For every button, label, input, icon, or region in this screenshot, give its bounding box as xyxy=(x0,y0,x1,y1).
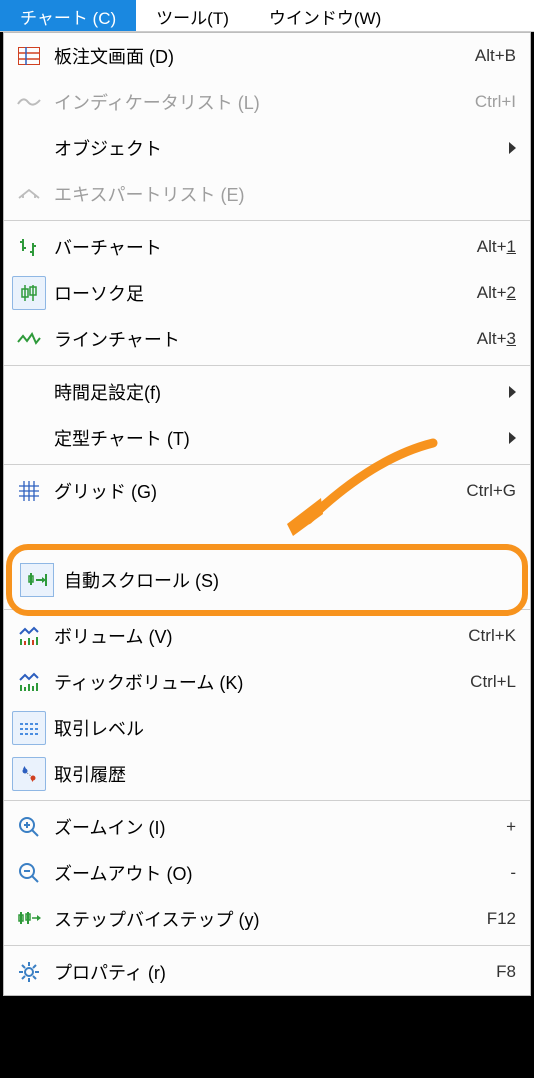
menu-label: エキスパートリスト (E) xyxy=(54,181,516,207)
menu-label: インディケータリスト (L) xyxy=(54,89,475,115)
step-icon xyxy=(12,902,46,936)
menu-label: ズームイン (I) xyxy=(54,814,506,840)
board-order-icon xyxy=(12,39,46,73)
menu-label: ローソク足 xyxy=(54,280,477,306)
trade-history-icon xyxy=(12,757,46,791)
menu-volume[interactable]: ボリューム (V) Ctrl+K xyxy=(4,613,530,659)
menu-label: ステップバイステップ (y) xyxy=(54,906,487,932)
blank-icon xyxy=(12,375,46,409)
shortcut: Ctrl+L xyxy=(470,672,516,692)
submenu-arrow-icon xyxy=(509,432,516,444)
shortcut: Alt+1 xyxy=(477,237,516,257)
candlestick-icon xyxy=(12,276,46,310)
shortcut: Alt+B xyxy=(475,46,516,66)
bar-chart-icon xyxy=(12,230,46,264)
shortcut: Ctrl+I xyxy=(475,92,516,112)
separator xyxy=(4,945,530,946)
menubar-tool[interactable]: ツール(T) xyxy=(136,0,249,31)
zoom-out-icon xyxy=(12,856,46,890)
menubar-chart[interactable]: チャート (C) xyxy=(0,0,136,31)
menu-property[interactable]: プロパティ (r) F8 xyxy=(4,949,530,995)
menu-label: ティックボリューム (K) xyxy=(54,669,470,695)
volume-icon xyxy=(12,619,46,653)
menu-template[interactable]: 定型チャート (T) xyxy=(4,415,530,461)
menubar-window[interactable]: ウインドウ(W) xyxy=(249,0,401,31)
separator xyxy=(4,609,530,610)
separator xyxy=(4,800,530,801)
menu-grid[interactable]: グリッド (G) Ctrl+G xyxy=(4,468,530,514)
menu-label: 取引レベル xyxy=(54,715,516,741)
menu-label: 取引履歴 xyxy=(54,761,516,787)
menu-label: ボリューム (V) xyxy=(54,623,468,649)
menu-zoom-out[interactable]: ズームアウト (O) - xyxy=(4,850,530,896)
menu-label: グリッド (G) xyxy=(54,478,466,504)
menu-chart-shift[interactable]: チャートシフト(h) xyxy=(4,560,530,606)
menu-line-chart[interactable]: ラインチャート Alt+3 xyxy=(4,316,530,362)
grid-icon xyxy=(12,474,46,508)
tick-volume-icon xyxy=(12,665,46,699)
menu-indicator-list: インディケータリスト (L) Ctrl+I xyxy=(4,79,530,125)
shortcut: + xyxy=(506,817,516,837)
shortcut: - xyxy=(510,863,516,883)
separator xyxy=(4,365,530,366)
menu-label: 時間足設定(f) xyxy=(54,379,501,405)
menu-label: プロパティ (r) xyxy=(54,959,496,985)
menu-board-order[interactable]: 板注文画面 (D) Alt+B xyxy=(4,33,530,79)
menubar: チャート (C) ツール(T) ウインドウ(W) xyxy=(0,0,534,32)
menu-label: オブジェクト xyxy=(54,135,501,161)
menu-candlestick[interactable]: ローソク足 Alt+2 xyxy=(4,270,530,316)
submenu-arrow-icon xyxy=(509,386,516,398)
menu-step-by-step[interactable]: ステップバイステップ (y) F12 xyxy=(4,896,530,942)
menu-label: ズームアウト (O) xyxy=(54,860,510,886)
menu-label: チャートシフト(h) xyxy=(54,570,516,596)
menu-zoom-in[interactable]: ズームイン (I) + xyxy=(4,804,530,850)
chart-dropdown: 板注文画面 (D) Alt+B インディケータリスト (L) Ctrl+I オブ… xyxy=(3,32,531,996)
menu-timeframe[interactable]: 時間足設定(f) xyxy=(4,369,530,415)
menu-bar-chart[interactable]: バーチャート Alt+1 xyxy=(4,224,530,270)
separator xyxy=(4,464,530,465)
blank-icon xyxy=(12,421,46,455)
menu-label: 定型チャート (T) xyxy=(54,425,501,451)
indicator-icon xyxy=(12,85,46,119)
shortcut: Ctrl+K xyxy=(468,626,516,646)
menu-object[interactable]: オブジェクト xyxy=(4,125,530,171)
menu-label: 板注文画面 (D) xyxy=(54,43,475,69)
shortcut: Ctrl+G xyxy=(466,481,516,501)
expert-icon xyxy=(12,177,46,211)
menu-label: バーチャート xyxy=(54,234,477,260)
submenu-arrow-icon xyxy=(509,142,516,154)
gear-icon xyxy=(12,955,46,989)
menu-trade-level[interactable]: 取引レベル xyxy=(4,705,530,751)
menu-expert-list: エキスパートリスト (E) xyxy=(4,171,530,217)
chart-shift-icon xyxy=(12,566,46,600)
shortcut: F8 xyxy=(496,962,516,982)
separator xyxy=(4,220,530,221)
menu-label: ラインチャート xyxy=(54,326,477,352)
shortcut: Alt+2 xyxy=(477,283,516,303)
blank-icon xyxy=(12,131,46,165)
menu-tick-volume[interactable]: ティックボリューム (K) Ctrl+L xyxy=(4,659,530,705)
line-chart-icon xyxy=(12,322,46,356)
trade-level-icon xyxy=(12,711,46,745)
menu-trade-history[interactable]: 取引履歴 xyxy=(4,751,530,797)
shortcut: F12 xyxy=(487,909,516,929)
shortcut: Alt+3 xyxy=(477,329,516,349)
zoom-in-icon xyxy=(12,810,46,844)
